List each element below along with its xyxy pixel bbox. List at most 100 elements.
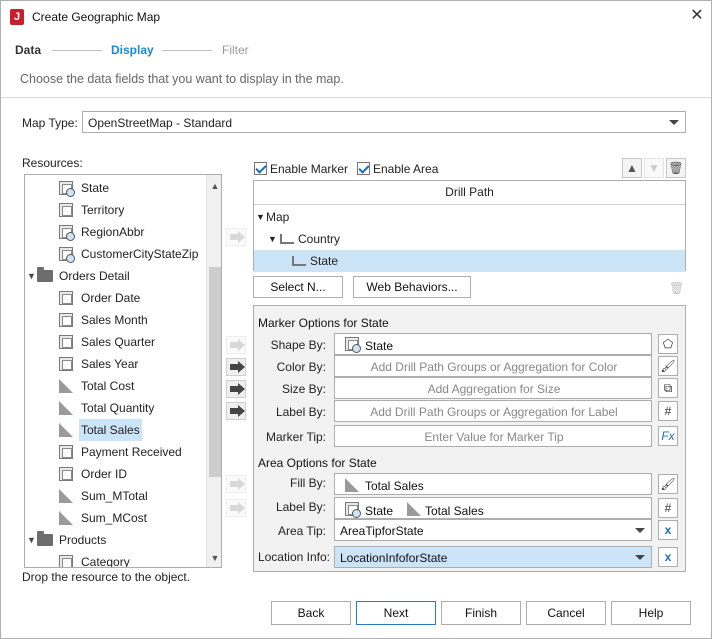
step-data[interactable]: Data bbox=[15, 43, 41, 57]
finish-button[interactable]: Finish bbox=[441, 601, 521, 625]
next-button[interactable]: Next bbox=[356, 601, 436, 625]
add-to-shape-by-button[interactable] bbox=[226, 336, 246, 354]
tree-item-label: Sum_MCost bbox=[81, 511, 148, 525]
tree-item[interactable]: ▼ Orders Detail bbox=[25, 265, 205, 287]
dimension-icon bbox=[59, 445, 73, 459]
formula-icon[interactable]: Fx bbox=[658, 426, 678, 446]
color-by-field[interactable]: Add Drill Path Groups or Aggregation for… bbox=[334, 355, 652, 377]
expand-icon[interactable]: ▼ bbox=[27, 529, 37, 551]
tree-item[interactable]: Sales Quarter bbox=[25, 331, 205, 353]
paint-brush-icon[interactable]: 🖌 bbox=[658, 356, 678, 376]
paint-brush-icon[interactable]: 🖌 bbox=[658, 474, 678, 494]
tree-item[interactable]: Sales Month bbox=[25, 309, 205, 331]
geo-dimension-icon bbox=[59, 181, 75, 197]
drill-row-map[interactable]: ▼ Map bbox=[254, 206, 685, 228]
tree-item[interactable]: Total Cost bbox=[25, 375, 205, 397]
size-by-field[interactable]: Add Aggregation for Size bbox=[334, 377, 652, 399]
enable-area-checkbox[interactable] bbox=[357, 162, 370, 175]
expand-icon[interactable]: ▼ bbox=[256, 206, 265, 228]
scroll-down-icon[interactable]: ▼ bbox=[209, 551, 221, 565]
tree-item[interactable]: Category bbox=[25, 551, 205, 567]
tree-item-label: Total Quantity bbox=[81, 401, 155, 415]
trash-icon[interactable]: 🗑 bbox=[669, 281, 684, 295]
expand-icon[interactable]: ▼ bbox=[268, 228, 277, 250]
add-to-size-by-button[interactable] bbox=[226, 380, 246, 398]
dimension-icon bbox=[59, 335, 73, 349]
resources-hint: Drop the resource to the object. bbox=[22, 570, 191, 584]
delete-icon[interactable]: 🗑 bbox=[666, 158, 686, 178]
tree-item-label: Total Cost bbox=[81, 379, 135, 393]
tree-item[interactable]: CustomerCityStateZip bbox=[25, 243, 205, 265]
cancel-button[interactable]: Cancel bbox=[526, 601, 606, 625]
expand-icon[interactable]: ▼ bbox=[27, 265, 37, 287]
add-to-color-by-button[interactable] bbox=[226, 358, 246, 376]
add-to-fill-by-button[interactable] bbox=[226, 475, 246, 493]
tree-item[interactable]: Territory bbox=[25, 199, 205, 221]
map-type-select[interactable]: OpenStreetMap - Standard bbox=[82, 111, 686, 133]
enable-marker-checkbox[interactable] bbox=[254, 162, 267, 175]
area-tip-label: Area Tip: bbox=[277, 524, 326, 538]
hierarchy-icon bbox=[280, 234, 294, 244]
format-hash-icon[interactable]: # bbox=[658, 401, 678, 421]
add-to-label-by-button[interactable] bbox=[226, 402, 246, 420]
location-info-select[interactable]: LocationInfoforState bbox=[334, 546, 652, 568]
select-button[interactable]: Select N... bbox=[253, 276, 343, 298]
back-button[interactable]: Back bbox=[271, 601, 351, 625]
size-settings-icon[interactable]: ⧉ bbox=[658, 378, 678, 398]
geo-dimension-icon bbox=[59, 247, 75, 263]
tree-item[interactable]: Total Quantity bbox=[25, 397, 205, 419]
close-icon[interactable]: ✕ bbox=[687, 6, 707, 26]
tree-item-label: Sales Year bbox=[81, 357, 139, 371]
area-label-by-label: Label By: bbox=[275, 500, 326, 514]
web-behaviors-button[interactable]: Web Behaviors... bbox=[353, 276, 471, 298]
fill-by-label: Fill By: bbox=[290, 476, 326, 490]
fill-by-value: Total Sales bbox=[365, 479, 424, 493]
tree-item[interactable]: Sum_MCost bbox=[25, 507, 205, 529]
enable-marker-label: Enable Marker bbox=[270, 162, 349, 176]
scroll-thumb[interactable] bbox=[209, 267, 221, 477]
fill-by-field[interactable]: Total Sales bbox=[334, 473, 652, 495]
clear-icon[interactable]: x bbox=[658, 547, 678, 567]
step-filter[interactable]: Filter bbox=[222, 43, 249, 57]
drill-row-country[interactable]: ▼ Country bbox=[254, 228, 685, 250]
drill-row-state[interactable]: State bbox=[254, 250, 685, 272]
map-type-label: Map Type: bbox=[22, 116, 78, 130]
tree-item[interactable]: ▼ Products bbox=[25, 529, 205, 551]
step-display[interactable]: Display bbox=[111, 43, 154, 57]
tree-item[interactable]: Payment Received bbox=[25, 441, 205, 463]
tree-item[interactable]: Total Sales bbox=[25, 419, 205, 441]
label-by-field[interactable]: Add Drill Path Groups or Aggregation for… bbox=[334, 400, 652, 422]
tree-item[interactable]: RegionAbbr bbox=[25, 221, 205, 243]
measure-icon bbox=[407, 502, 421, 516]
area-options-title: Area Options for State bbox=[258, 456, 377, 470]
measure-icon bbox=[59, 379, 73, 393]
marker-tip-field[interactable]: Enter Value for Marker Tip bbox=[334, 425, 652, 447]
drill-row-label: Country bbox=[298, 232, 341, 246]
add-to-area-label-by-button[interactable] bbox=[226, 499, 246, 517]
area-tip-select[interactable]: AreaTipforState bbox=[334, 519, 652, 541]
geo-dimension-icon bbox=[59, 225, 75, 241]
tree-item[interactable]: Order Date bbox=[25, 287, 205, 309]
resources-scrollbar[interactable]: ▲ ▼ bbox=[206, 175, 221, 567]
map-type-value: OpenStreetMap - Standard bbox=[88, 116, 233, 130]
area-label-by-field[interactable]: State Total Sales bbox=[334, 497, 652, 519]
tree-item[interactable]: Order ID bbox=[25, 463, 205, 485]
tree-item[interactable]: Sales Year bbox=[25, 353, 205, 375]
clear-icon[interactable]: x bbox=[658, 520, 678, 540]
scroll-up-icon[interactable]: ▲ bbox=[209, 179, 221, 193]
chevron-down-icon bbox=[669, 120, 679, 125]
resources-tree[interactable]: State Territory RegionAbbr CustomerCityStat… bbox=[24, 174, 222, 568]
tree-item[interactable]: Sum_MTotal bbox=[25, 485, 205, 507]
help-button[interactable]: Help bbox=[611, 601, 691, 625]
move-down-icon[interactable]: ▼ bbox=[644, 158, 664, 178]
add-to-drill-path-button[interactable] bbox=[226, 228, 246, 246]
format-hash-icon[interactable]: # bbox=[658, 498, 678, 518]
move-up-icon[interactable]: ▲ bbox=[622, 158, 642, 178]
tree-item[interactable]: State bbox=[25, 177, 205, 199]
dimension-icon bbox=[59, 555, 73, 567]
geo-dimension-icon bbox=[345, 337, 361, 353]
step-connector bbox=[52, 50, 102, 51]
shape-settings-icon[interactable]: ⬠ bbox=[658, 334, 678, 354]
shape-by-field[interactable]: State bbox=[334, 333, 652, 355]
measure-icon bbox=[59, 423, 73, 437]
